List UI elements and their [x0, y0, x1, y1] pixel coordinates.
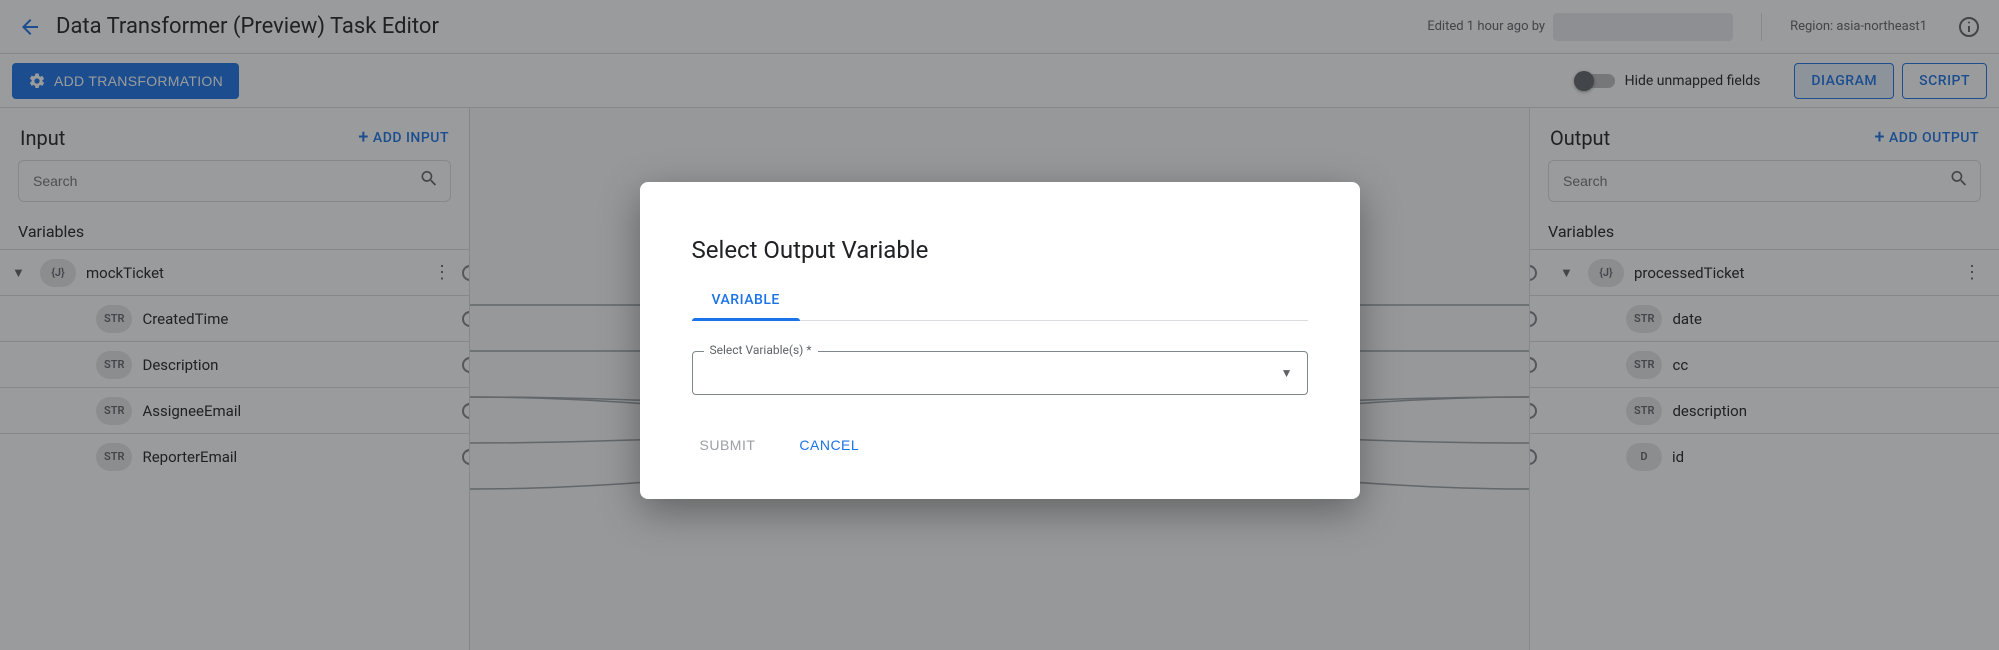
dialog-tabs: VARIABLE: [692, 292, 1308, 321]
select-variable-dropdown[interactable]: ▼: [692, 351, 1308, 395]
select-output-dialog: Select Output Variable VARIABLE Select V…: [640, 182, 1360, 499]
select-variable-label: Select Variable(s) *: [704, 343, 818, 357]
cancel-button[interactable]: CANCEL: [791, 427, 867, 463]
modal-scrim[interactable]: Select Output Variable VARIABLE Select V…: [0, 0, 1999, 650]
tab-variable[interactable]: VARIABLE: [692, 292, 800, 320]
dialog-actions: SUBMIT CANCEL: [692, 423, 1308, 463]
submit-button[interactable]: SUBMIT: [692, 427, 764, 463]
dialog-title: Select Output Variable: [692, 236, 1308, 264]
chevron-down-icon: ▼: [1281, 366, 1293, 380]
select-variable-field: Select Variable(s) * ▼: [692, 351, 1308, 395]
